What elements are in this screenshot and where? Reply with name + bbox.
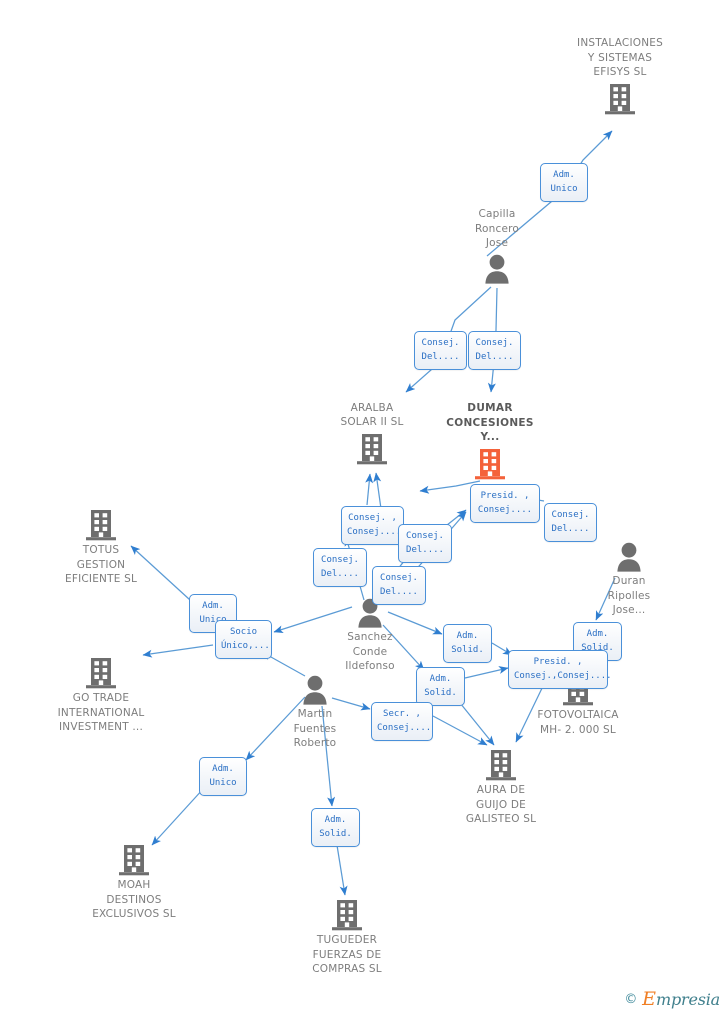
graph-node-dumar[interactable]: DUMAR CONCESIONES Y... — [425, 401, 555, 480]
company-building-icon — [69, 844, 199, 876]
graph-node-label: MOAH DESTINOS EXCLUSIVOS SL — [92, 879, 176, 921]
relationship-chip-consej-del-right[interactable]: Consej. Del.... — [544, 503, 597, 542]
graph-node-label: Martin Fuentes Roberto — [293, 708, 337, 750]
graph-node-label: Duran Ripolles Jose... — [607, 575, 651, 617]
graph-node-label: DUMAR CONCESIONES Y... — [446, 402, 534, 444]
edge-admunico-moah — [151, 787, 205, 846]
graph-node-label: TUGUEDER FUERZAS DE COMPRAS SL — [312, 934, 382, 976]
edge-martinadm-foto — [464, 666, 509, 679]
edge-socio-gotrade — [142, 644, 214, 658]
company-building-icon — [436, 749, 566, 781]
person-avatar-icon — [432, 254, 562, 284]
company-building-icon — [307, 433, 437, 465]
graph-node-label: TOTUS GESTION EFICIENTE SL — [65, 544, 137, 586]
company-building-icon — [282, 899, 412, 931]
graph-node-duran[interactable]: Duran Ripolles Jose... — [564, 542, 694, 618]
relationship-chip-socio-unico[interactable]: Socio Único,... — [215, 620, 272, 659]
copyright-icon: © — [624, 992, 638, 1007]
graph-node-label: INSTALACIONES Y SISTEMAS EFISYS SL — [577, 37, 663, 79]
relationship-chip-consej-consej[interactable]: Consej. , Consej.... — [341, 506, 404, 545]
relationship-chip-consej-del-dumar[interactable]: Consej. Del.... — [468, 331, 521, 370]
graph-node-label: GO TRADE INTERNATIONAL INVESTMENT ... — [57, 692, 145, 734]
relationship-chip-consej-del-mid[interactable]: Consej. Del.... — [398, 524, 452, 563]
watermark-initial: E — [642, 988, 656, 1010]
network-diagram-canvas[interactable]: INSTALACIONES Y SISTEMAS EFISYS SL Capill… — [0, 0, 728, 1015]
empresia-watermark: © Empresia — [624, 990, 720, 1009]
relationship-chip-consej-del-low[interactable]: Consej. Del.... — [372, 566, 426, 605]
graph-node-label: AURA DE GUIJO DE GALISTEO SL — [465, 784, 537, 826]
graph-node-tugueder[interactable]: TUGUEDER FUERZAS DE COMPRAS SL — [282, 899, 412, 977]
company-building-icon — [36, 657, 166, 689]
graph-node-label: ARALBA SOLAR II SL — [340, 401, 404, 429]
relationship-chip-presid-consej-foto[interactable]: Presid. , Consej.,Consej.... — [508, 650, 612, 689]
graph-node-efisys[interactable]: INSTALACIONES Y SISTEMAS EFISYS SL — [555, 36, 685, 115]
graph-node-label: Capilla Roncero Jose — [474, 208, 520, 250]
edge-secr-aura — [432, 715, 488, 746]
relationship-chip-consej-del-left[interactable]: Consej. Del.... — [313, 548, 367, 587]
graph-node-label: FOTOVOLTAICA MH- 2. 000 SL — [537, 709, 619, 736]
graph-node-moah[interactable]: MOAH DESTINOS EXCLUSIVOS SL — [69, 844, 199, 922]
relationship-chip-secr-consej[interactable]: Secr. , Consej.... — [371, 702, 433, 741]
relationship-chip-adm-solid-sanchez[interactable]: Adm. Solid. — [443, 624, 492, 663]
graph-node-label: Sanchez Conde Ildefonso — [345, 631, 395, 673]
relationship-chip-consej-del-aralba[interactable]: Consej. Del.... — [414, 331, 467, 370]
company-building-icon — [36, 509, 166, 541]
company-building-icon — [555, 83, 685, 115]
graph-node-capilla[interactable]: Capilla Roncero Jose — [432, 207, 562, 284]
edge-admsolid-tugueder — [335, 838, 348, 896]
graph-node-aralba[interactable]: ARALBA SOLAR II SL — [307, 401, 437, 465]
relationship-chip-adm-unico-moah[interactable]: Adm. Unico — [199, 757, 247, 796]
graph-node-totus[interactable]: TOTUS GESTION EFICIENTE SL — [36, 509, 166, 587]
edge-aralba-chip1 — [365, 473, 374, 506]
relationship-chip-adm-solid-martin[interactable]: Adm. Solid. — [416, 667, 465, 706]
company-building-icon — [425, 448, 555, 480]
person-avatar-icon — [250, 675, 380, 705]
graph-node-gotrade[interactable]: GO TRADE INTERNATIONAL INVESTMENT ... — [36, 657, 166, 735]
graph-node-sanchez[interactable]: Sanchez Conde Ildefonso — [305, 598, 435, 674]
relationship-chip-adm-solid-tugueder[interactable]: Adm. Solid. — [311, 808, 360, 847]
watermark-text: mpresia — [656, 990, 720, 1009]
graph-node-aura[interactable]: AURA DE GUIJO DE GALISTEO SL — [436, 749, 566, 827]
graph-node-martin[interactable]: Martin Fuentes Roberto — [250, 675, 380, 751]
relationship-chip-presid-consej-dumar[interactable]: Presid. , Consej.... — [470, 484, 540, 523]
person-avatar-icon — [564, 542, 694, 572]
relationship-chip-adm-unico-efisys[interactable]: Adm. Unico — [540, 163, 588, 202]
